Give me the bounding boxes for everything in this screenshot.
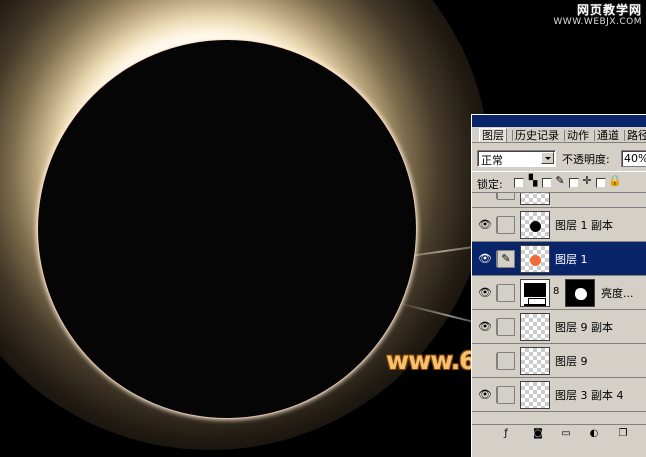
- mask-shape: [575, 288, 587, 300]
- opacity-label: 不透明度:: [562, 153, 610, 166]
- adjustment-glyph: [524, 304, 546, 306]
- blend-opacity-row: 正常 不透明度: 40%: [472, 148, 646, 168]
- layers-palette: 图层 历史记录 动作 通道 路径 正常 不透明度: 40% 锁定: ▚ ✎ ✛ …: [471, 114, 646, 457]
- opacity-value: 40%: [624, 152, 646, 165]
- layer-row[interactable]: 👁 8 亮度...: [472, 276, 646, 310]
- watermark-url: WWW.WEBJX.COM: [553, 17, 642, 27]
- layer-name: 图层 9: [555, 355, 588, 368]
- eclipse-moon-disc: [38, 40, 416, 418]
- tab-layers[interactable]: 图层: [479, 128, 507, 142]
- tab-history[interactable]: 历史记录: [513, 129, 561, 142]
- lock-transparency-checkbox[interactable]: [514, 178, 524, 188]
- adjustment-layer-icon[interactable]: ◐: [588, 428, 600, 440]
- tab-channels[interactable]: 通道: [595, 129, 621, 142]
- layer-name: 亮度...: [601, 287, 634, 300]
- link-toggle[interactable]: [497, 386, 515, 404]
- visibility-toggle[interactable]: [474, 353, 497, 369]
- lock-all-checkbox[interactable]: [596, 178, 606, 188]
- new-group-icon[interactable]: ▭: [560, 428, 572, 440]
- link-toggle[interactable]: [497, 318, 515, 336]
- eye-icon[interactable]: 👁: [474, 387, 497, 403]
- black-dot: [530, 221, 541, 232]
- layers-list: 👁 图层 1 副本 👁 ✎ 图层 1 👁 8 亮度... 👁 图层 9 副本 图…: [472, 192, 646, 423]
- site-watermark: 网页教学网 WWW.WEBJX.COM: [553, 4, 642, 27]
- layer-row-selected[interactable]: 👁 ✎ 图层 1: [472, 242, 646, 276]
- chevron-down-icon[interactable]: [541, 152, 554, 164]
- eye-icon[interactable]: 👁: [474, 251, 497, 267]
- brush-icon[interactable]: ✎: [497, 250, 515, 268]
- link-toggle[interactable]: [497, 216, 515, 234]
- layer-name: 图层 3 副本 4: [555, 389, 624, 402]
- adjustment-glyph: [524, 283, 546, 297]
- layer-thumbnail: [520, 193, 550, 205]
- eye-icon[interactable]: 👁: [474, 319, 497, 335]
- lock-position-checkbox[interactable]: [569, 178, 579, 188]
- layer-row[interactable]: 👁 图层 1 副本: [472, 208, 646, 242]
- palette-bottom-bar: ƒ ◙ ▭ ◐ ❐: [472, 424, 646, 443]
- layer-style-icon[interactable]: ƒ: [500, 428, 512, 440]
- add-mask-icon[interactable]: ◙: [532, 428, 544, 440]
- layer-thumbnail: [520, 381, 550, 409]
- layer-name: 图层 9 副本: [555, 321, 613, 334]
- layer-thumbnail: [520, 245, 550, 273]
- layer-row[interactable]: 👁 图层 3 副本 4: [472, 378, 646, 412]
- eye-icon[interactable]: 👁: [474, 217, 497, 233]
- lock-row: 锁定: ▚ ✎ ✛ 🔒: [472, 171, 646, 192]
- blend-mode-value: 正常: [481, 154, 503, 167]
- lock-label: 锁定:: [477, 178, 503, 191]
- lock-image-checkbox[interactable]: [542, 178, 552, 188]
- layer-name: 图层 1 副本: [555, 219, 613, 232]
- orange-dot: [530, 255, 541, 266]
- watermark-cn: 网页教学网: [576, 3, 642, 17]
- layer-thumbnail: [520, 313, 550, 341]
- lock-icon: 🔒: [608, 174, 622, 187]
- opacity-field[interactable]: 40%: [621, 150, 646, 167]
- link-toggle[interactable]: [497, 193, 515, 200]
- layer-thumbnail: [520, 347, 550, 375]
- new-layer-icon[interactable]: ❐: [617, 428, 629, 440]
- layer-row[interactable]: 👁 图层 9 副本: [472, 310, 646, 344]
- link-toggle[interactable]: [497, 284, 515, 302]
- layer-mask-thumbnail[interactable]: [565, 279, 595, 307]
- adjustment-thumbnail: [520, 279, 550, 307]
- blend-mode-select[interactable]: 正常: [477, 150, 556, 167]
- link-toggle[interactable]: [497, 352, 515, 370]
- palette-tabs: 图层 历史记录 动作 通道 路径: [472, 127, 646, 143]
- transparency-icon: ▚: [528, 174, 538, 187]
- visibility-toggle[interactable]: [474, 193, 497, 199]
- palette-titlebar[interactable]: [472, 115, 646, 127]
- layer-row[interactable]: 图层 9: [472, 344, 646, 378]
- tab-actions[interactable]: 动作: [565, 129, 591, 142]
- tab-paths[interactable]: 路径: [625, 129, 646, 142]
- move-icon: ✛: [582, 174, 592, 187]
- brush-icon: ✎: [555, 174, 565, 187]
- layer-name: 图层 1: [555, 253, 588, 266]
- eye-icon[interactable]: 👁: [474, 285, 497, 301]
- chain-link-icon[interactable]: 8: [553, 286, 559, 297]
- layer-row-partial[interactable]: [472, 193, 646, 208]
- layer-thumbnail: [520, 211, 550, 239]
